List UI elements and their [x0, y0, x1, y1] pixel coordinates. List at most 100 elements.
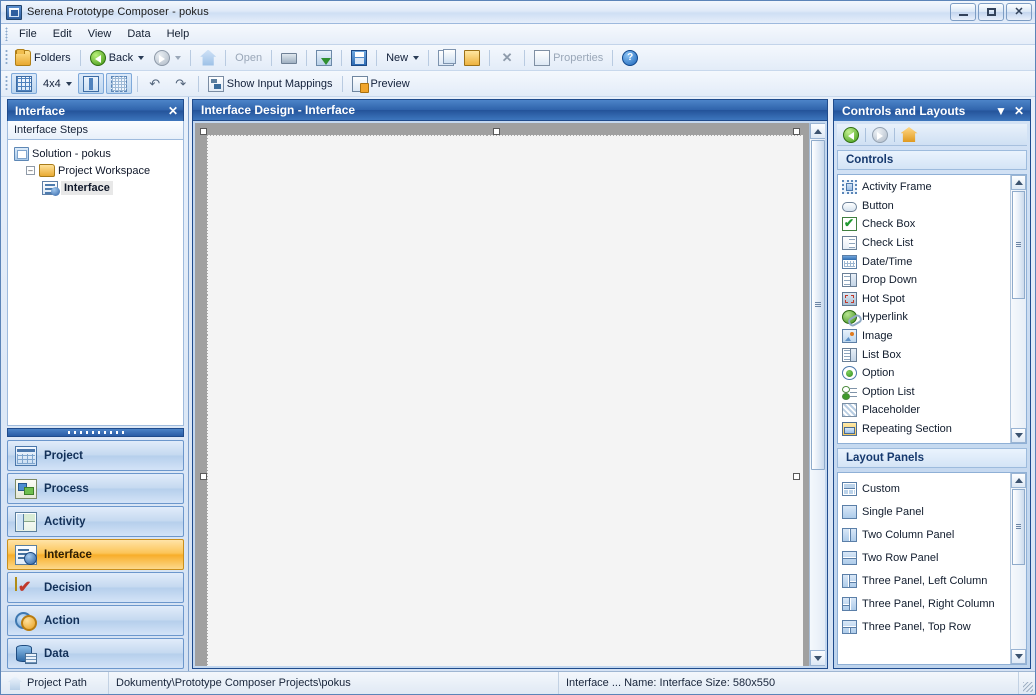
- tree-node-interface[interactable]: Interface: [12, 179, 179, 196]
- toolbar-import-button[interactable]: [312, 47, 336, 68]
- scroll-up-button[interactable]: [1011, 473, 1026, 489]
- design-surface[interactable]: [195, 123, 825, 666]
- resize-handle-top-center[interactable]: [493, 128, 500, 135]
- chevron-down-icon[interactable]: [175, 55, 182, 60]
- minimize-button[interactable]: [950, 3, 976, 21]
- resize-handle-top-left[interactable]: [200, 128, 207, 135]
- sidebar-item-interface[interactable]: Interface: [7, 539, 184, 570]
- list-item[interactable]: Date/Time: [842, 252, 1010, 271]
- tree-node-project-workspace[interactable]: – Project Workspace: [12, 162, 179, 179]
- close-icon[interactable]: ✕: [1014, 104, 1024, 118]
- menu-data[interactable]: Data: [119, 26, 158, 42]
- menu-view[interactable]: View: [80, 26, 120, 42]
- window-controls: ✕: [950, 3, 1032, 21]
- snap-to-guide-button[interactable]: [77, 73, 104, 94]
- scroll-up-button[interactable]: [809, 123, 825, 139]
- controls-list[interactable]: Activity Frame Button Check Box Check Li…: [837, 174, 1027, 445]
- panel-splitter-handle[interactable]: [7, 428, 184, 437]
- list-item[interactable]: Option List: [842, 383, 1010, 402]
- chevron-down-icon[interactable]: [65, 81, 72, 86]
- list-item[interactable]: Repeating Section: [842, 420, 1010, 439]
- toolbar-back-button[interactable]: Back: [86, 47, 148, 68]
- snap-to-grid-button[interactable]: [105, 73, 132, 94]
- interface-steps-tree[interactable]: Solution - pokus – Project Workspace Int…: [7, 140, 184, 426]
- canvas-vertical-scrollbar[interactable]: [809, 123, 825, 666]
- chevron-down-icon[interactable]: [138, 55, 145, 60]
- undo-button[interactable]: ↶: [143, 73, 167, 94]
- toolbar-open-folder-button[interactable]: [460, 47, 484, 68]
- list-item[interactable]: Two Row Panel: [842, 546, 1010, 569]
- toolbar-help-button[interactable]: ?: [618, 47, 642, 68]
- controls-list-scrollbar[interactable]: [1010, 175, 1026, 444]
- sidebar-item-activity[interactable]: Activity: [7, 506, 184, 537]
- list-item[interactable]: Drop Down: [842, 271, 1010, 290]
- preview-button[interactable]: Preview: [348, 73, 414, 94]
- toolbar-delete-button[interactable]: ✕: [495, 47, 519, 68]
- list-item[interactable]: Three Panel, Top Row: [842, 615, 1010, 638]
- toolbar-forward-button[interactable]: [150, 47, 185, 68]
- resize-handle-middle-right[interactable]: [793, 473, 800, 480]
- resize-handle-middle-left[interactable]: [200, 473, 207, 480]
- list-item[interactable]: Custom: [842, 477, 1010, 500]
- design-canvas[interactable]: [207, 135, 803, 666]
- chevron-down-icon[interactable]: ▼: [995, 104, 1007, 118]
- toolbar-folders-button[interactable]: Folders: [11, 47, 75, 68]
- close-icon[interactable]: ✕: [168, 104, 178, 118]
- list-item[interactable]: Button: [842, 197, 1010, 216]
- grid-toggle-button[interactable]: [11, 73, 37, 94]
- list-item[interactable]: Hyperlink: [842, 308, 1010, 327]
- toolbar-home-button[interactable]: [196, 47, 220, 68]
- list-item[interactable]: Two Column Panel: [842, 523, 1010, 546]
- controls-back-button[interactable]: [841, 126, 861, 144]
- scroll-down-button[interactable]: [809, 650, 825, 666]
- list-item[interactable]: Placeholder: [842, 401, 1010, 420]
- menu-file[interactable]: File: [11, 26, 45, 42]
- maximize-button[interactable]: [978, 3, 1004, 21]
- toolbar-properties-button[interactable]: Properties: [530, 47, 607, 68]
- toolbar-save-button[interactable]: [347, 47, 371, 68]
- chevron-down-icon[interactable]: [413, 55, 420, 60]
- toolbar-new-button[interactable]: New: [382, 47, 423, 68]
- list-item[interactable]: List Box: [842, 345, 1010, 364]
- list-item[interactable]: Option: [842, 364, 1010, 383]
- list-item[interactable]: Check List: [842, 234, 1010, 253]
- project-icon: [15, 445, 37, 466]
- controls-home-button[interactable]: [899, 126, 919, 144]
- tree-node-solution[interactable]: Solution - pokus: [12, 145, 179, 162]
- list-item[interactable]: Three Panel, Left Column: [842, 569, 1010, 592]
- scrollbar-thumb[interactable]: [1012, 489, 1025, 566]
- list-item[interactable]: Check Box: [842, 215, 1010, 234]
- list-item[interactable]: Three Panel, Right Column: [842, 592, 1010, 615]
- redo-button[interactable]: ↷: [169, 73, 193, 94]
- toolbar-copy-button[interactable]: [434, 47, 458, 68]
- resize-grip[interactable]: [1019, 672, 1035, 694]
- menu-help[interactable]: Help: [159, 26, 198, 42]
- toolbar-print-button[interactable]: [277, 47, 301, 68]
- collapse-expander-icon[interactable]: –: [26, 166, 35, 175]
- list-item[interactable]: Image: [842, 327, 1010, 346]
- resize-handle-top-right[interactable]: [793, 128, 800, 135]
- list-item[interactable]: Hot Spot: [842, 290, 1010, 309]
- sidebar-item-action[interactable]: Action: [7, 605, 184, 636]
- sidebar-item-data[interactable]: Data: [7, 638, 184, 669]
- scrollbar-thumb[interactable]: [810, 140, 825, 470]
- sidebar-item-project[interactable]: Project: [7, 440, 184, 471]
- sidebar-item-process[interactable]: Process: [7, 473, 184, 504]
- sidebar-item-decision[interactable]: ✔ Decision: [7, 572, 184, 603]
- close-button[interactable]: ✕: [1006, 3, 1032, 21]
- scroll-up-button[interactable]: [1011, 175, 1026, 190]
- menu-edit[interactable]: Edit: [45, 26, 80, 42]
- controls-forward-button[interactable]: [870, 126, 890, 144]
- grid-size-dropdown[interactable]: 4x4: [39, 73, 76, 94]
- scrollbar-thumb[interactable]: [1012, 191, 1025, 299]
- layout-panels-list-scrollbar[interactable]: [1010, 473, 1026, 664]
- scroll-down-button[interactable]: [1011, 428, 1026, 444]
- show-input-mappings-button[interactable]: Show Input Mappings: [204, 73, 337, 94]
- scroll-down-button[interactable]: [1011, 649, 1026, 664]
- toolbar-separator: [341, 75, 343, 92]
- toolbar-open-button[interactable]: Open: [231, 47, 266, 68]
- list-item[interactable]: Single Panel: [842, 500, 1010, 523]
- layout-panels-list[interactable]: Custom Single Panel Two Column Panel Two…: [837, 472, 1027, 665]
- repeating-section-icon: [842, 422, 857, 437]
- list-item[interactable]: Activity Frame: [842, 178, 1010, 197]
